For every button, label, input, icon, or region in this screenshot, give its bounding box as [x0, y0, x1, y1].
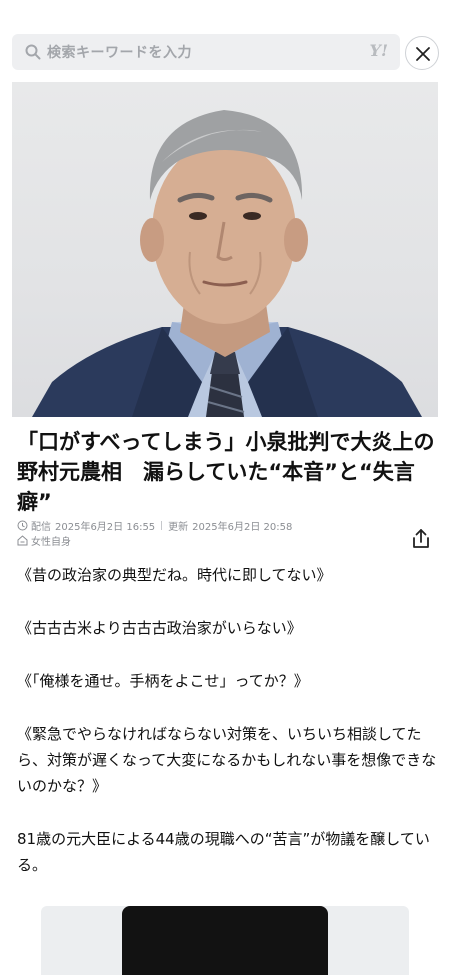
- close-icon: [416, 47, 430, 61]
- search-placeholder: 検索キーワードを入力: [47, 45, 192, 61]
- close-button[interactable]: [405, 36, 439, 70]
- article-hero-image: [12, 82, 438, 417]
- search-input[interactable]: 検索キーワードを入力 Y!: [12, 34, 400, 70]
- clock-icon: [17, 520, 28, 531]
- article-title: 「口がすべってしまう」小泉批判で大炎上の野村元農相 漏らしていた“本音”と“失言…: [17, 430, 435, 514]
- article-meta: 配信 2025年6月2日 16:55 更新 2025年6月2日 20:58 女性…: [17, 518, 397, 548]
- article-body: 《昔の政治家の典型だね。時代に即してない》 《古古古米より古古古政治家がいらない…: [17, 562, 437, 905]
- search-icon: [25, 44, 41, 60]
- share-button[interactable]: [409, 527, 433, 551]
- updated-time: 2025年6月2日 20:58: [192, 522, 293, 533]
- published-time: 2025年6月2日 16:55: [55, 522, 156, 533]
- article-paragraph: 《「俺様を通せ。手柄をよこせ」ってか？》: [17, 672, 309, 690]
- published-label: 配信: [31, 522, 51, 533]
- embedded-media[interactable]: [41, 906, 409, 975]
- share-icon: [413, 529, 429, 548]
- article-paragraph: 《古古古米より古古古政治家がいらない》: [17, 619, 302, 637]
- publisher-icon: [17, 535, 28, 546]
- article-source-row[interactable]: 女性自身: [17, 533, 397, 548]
- article-source[interactable]: 女性自身: [31, 533, 71, 548]
- article-dates: 配信 2025年6月2日 16:55 更新 2025年6月2日 20:58: [17, 518, 397, 533]
- article-paragraph: 《昔の政治家の典型だね。時代に即してない》: [17, 566, 332, 584]
- updated-label: 更新: [168, 522, 189, 533]
- embedded-media-thumbnail[interactable]: [122, 906, 328, 975]
- portrait-illustration: [32, 110, 422, 417]
- article-paragraph: 《緊急でやらなければならない対策を、いちいち相談してたら、対策が遅くなって大変に…: [17, 725, 437, 795]
- meta-divider: [161, 521, 163, 530]
- top-bar: 検索キーワードを入力 Y!: [0, 0, 450, 82]
- article-paragraph: 81歳の元大臣による44歳の現職への“苦言”が物議を醸している。: [17, 830, 430, 874]
- yahoo-logo: Y!: [369, 41, 388, 60]
